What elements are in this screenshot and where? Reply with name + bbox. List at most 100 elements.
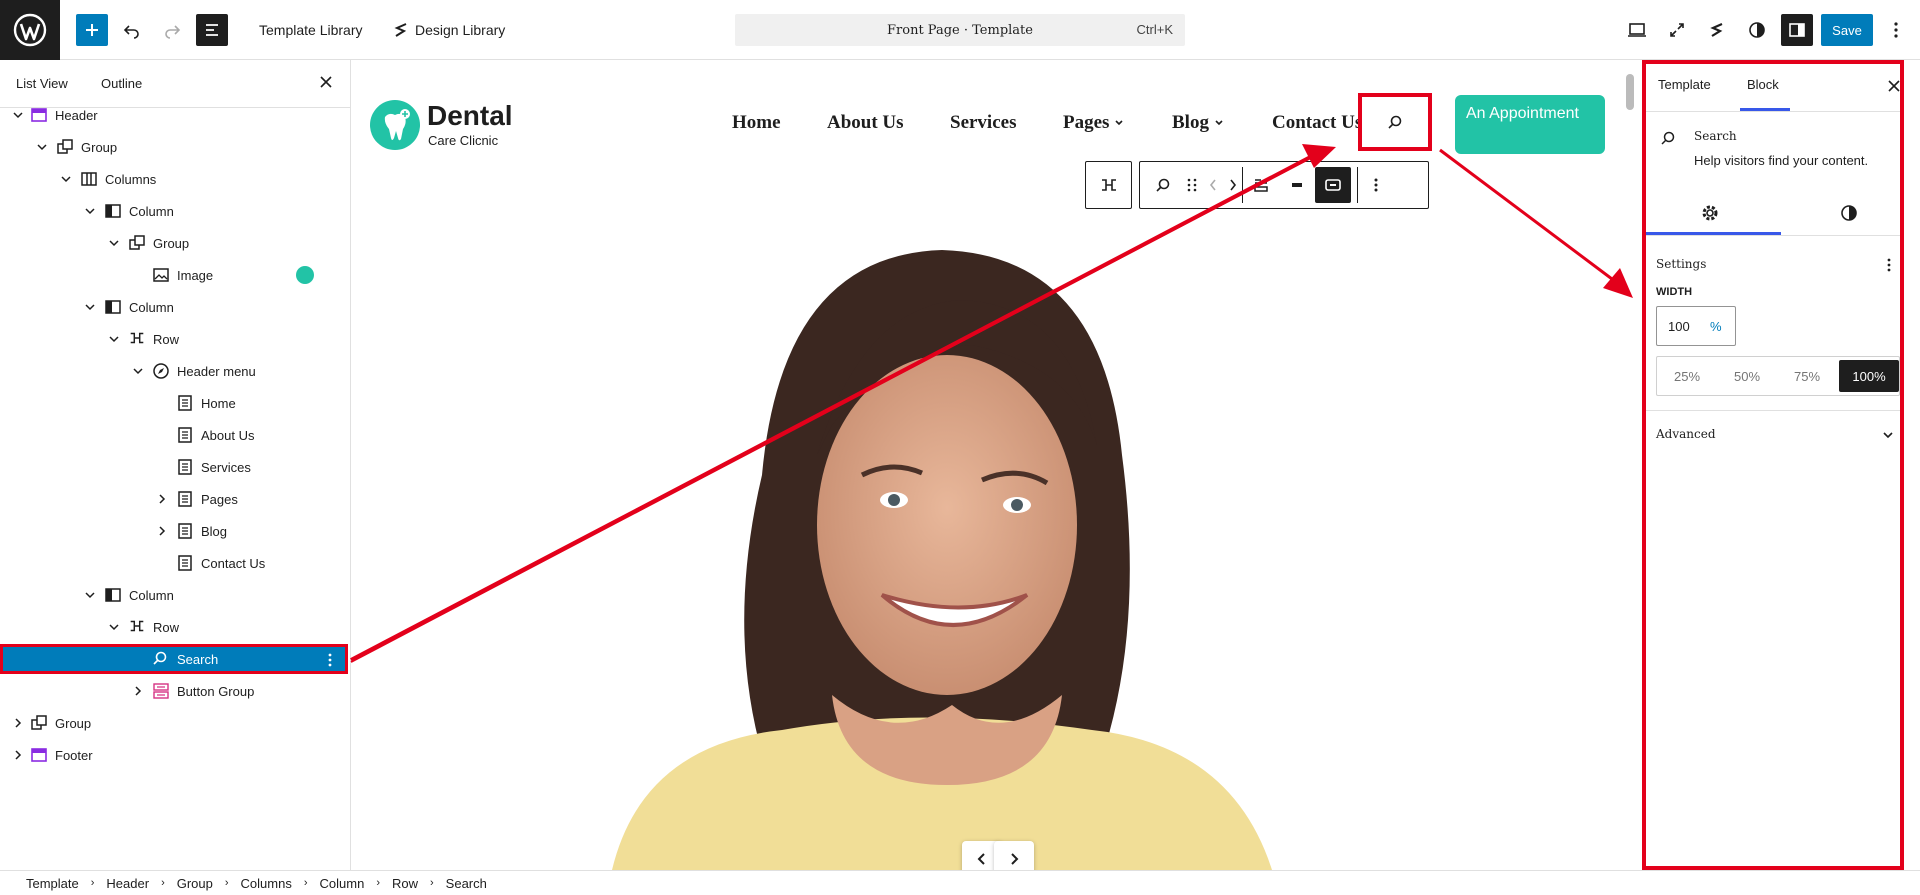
chevron-right-icon[interactable] [132,685,144,697]
tree-item-column[interactable]: Column [0,292,348,322]
styles-button[interactable] [1743,14,1771,46]
editor-canvas[interactable]: Dental Care Clicnic Home About Us Servic… [352,60,1630,870]
tree-item-footer[interactable]: Footer [0,740,348,770]
tab-template[interactable]: Template [1658,77,1711,92]
chevron-down-icon[interactable] [108,621,120,633]
chevron-down-icon[interactable] [84,205,96,217]
tree-item-home[interactable]: Home [0,388,348,418]
nav-services[interactable]: Services [950,112,1016,134]
width-preset-100[interactable]: 100% [1839,360,1899,392]
chevron-down-icon[interactable] [1882,430,1894,440]
drag-handle[interactable] [1181,167,1203,203]
width-preset-25[interactable]: 25% [1657,360,1717,392]
tree-item-row[interactable]: Row [0,324,348,354]
button-position-button[interactable] [1279,167,1315,203]
width-input[interactable]: 100 % [1656,306,1736,346]
breadcrumb-item[interactable]: Header [106,876,149,891]
site-logo[interactable]: Dental Care Clicnic [370,100,520,150]
breadcrumb-item[interactable]: Columns [241,876,292,891]
save-button[interactable]: Save [1821,14,1873,46]
tab-list-view[interactable]: List View [16,76,68,91]
more-vertical-icon [1374,178,1377,192]
breadcrumb-item[interactable]: Template [26,876,79,891]
settings-panel-toggle[interactable] [1781,14,1813,46]
chevron-down-icon[interactable] [60,173,72,185]
tree-item-row[interactable]: Row [0,612,348,642]
use-button-toggle[interactable] [1315,167,1351,203]
tree-item-image[interactable]: Image [0,260,348,290]
nav-home[interactable]: Home [732,112,781,134]
settings-tab-button[interactable] [1701,204,1719,227]
tree-item-contact-us[interactable]: Contact Us [0,548,348,578]
tree-item-services[interactable]: Services [0,452,348,482]
slider-next-button[interactable] [994,841,1034,870]
advanced-panel-toggle[interactable]: Advanced [1656,427,1716,441]
tree-item-group[interactable]: Group [0,708,348,738]
tree-item-column[interactable]: Column [0,580,348,610]
close-settings-button[interactable] [1886,78,1902,94]
tree-item-header[interactable]: Header [0,100,348,130]
chevron-right-icon[interactable] [12,749,24,761]
tab-outline[interactable]: Outline [101,76,142,91]
redo-button[interactable] [158,14,186,46]
add-block-button[interactable] [76,14,108,46]
header-search-button[interactable] [1358,93,1432,151]
tree-item-about-us[interactable]: About Us [0,420,348,450]
tree-item-button-group[interactable]: Button Group [0,676,348,706]
block-card-title: Search [1694,129,1737,143]
chevron-down-icon[interactable] [108,237,120,249]
fullscreen-button[interactable] [1663,14,1691,46]
chevron-down-icon[interactable] [12,109,24,121]
tree-item-column[interactable]: Column [0,196,348,226]
chevron-down-icon[interactable] [84,301,96,313]
undo-button[interactable] [118,14,146,46]
more-vertical-icon[interactable] [1886,257,1892,273]
chevron-right-icon[interactable] [156,525,168,537]
tree-item-blog[interactable]: Blog [0,516,348,546]
appointment-button[interactable]: An Appointment [1455,95,1605,154]
block-options-button[interactable] [1357,167,1393,203]
nav-blog[interactable]: Blog [1172,112,1224,134]
breadcrumb-item[interactable]: Row [392,876,418,891]
tree-item-group[interactable]: Group [0,228,348,258]
chevron-right-icon[interactable] [12,717,24,729]
chevron-down-icon[interactable] [84,589,96,601]
tree-item-header-menu[interactable]: Header menu [0,356,348,386]
command-palette-bar[interactable]: Front Page · Template Ctrl+K [735,14,1185,46]
chevron-right-icon[interactable] [156,493,168,505]
width-unit[interactable]: % [1710,319,1722,334]
nav-contact-us[interactable]: Contact Us [1272,112,1362,134]
tree-item-search[interactable]: Search [0,644,348,674]
document-overview-button[interactable] [196,14,228,46]
template-library-button[interactable]: Template Library [259,14,363,46]
options-menu-button[interactable] [1884,14,1908,46]
design-library-button[interactable]: Design Library [393,14,505,46]
tree-item-columns[interactable]: Columns [0,164,348,194]
move-left-button[interactable] [1203,167,1223,203]
close-list-view-button[interactable] [318,74,334,90]
wordpress-logo-button[interactable] [0,0,60,60]
breadcrumb-item[interactable]: Group [177,876,213,891]
tree-item-pages[interactable]: Pages [0,484,348,514]
hero-image[interactable] [532,225,1312,870]
nav-pages[interactable]: Pages [1063,112,1124,134]
styles-tab-button[interactable] [1840,204,1858,227]
breadcrumb-item[interactable]: Column [320,876,365,891]
plugin-button[interactable] [1703,14,1731,46]
more-vertical-icon[interactable] [327,652,333,671]
tab-block[interactable]: Block [1747,77,1779,92]
chevron-down-icon[interactable] [36,141,48,153]
block-breadcrumb: Template › Header › Group › Columns › Column › Row… [0,870,1920,895]
nav-about-us[interactable]: About Us [827,112,904,134]
tree-item-group[interactable]: Group [0,132,348,162]
canvas-scrollbar[interactable] [1626,74,1634,110]
width-preset-50[interactable]: 50% [1717,360,1777,392]
chevron-down-icon[interactable] [132,365,144,377]
preview-device-button[interactable] [1623,14,1651,46]
chevron-down-icon[interactable] [108,333,120,345]
move-right-button[interactable] [1223,167,1243,203]
width-preset-75[interactable]: 75% [1777,360,1837,392]
label-position-button[interactable] [1243,167,1279,203]
block-type-button[interactable] [1145,167,1181,203]
select-parent-button[interactable] [1091,167,1127,203]
